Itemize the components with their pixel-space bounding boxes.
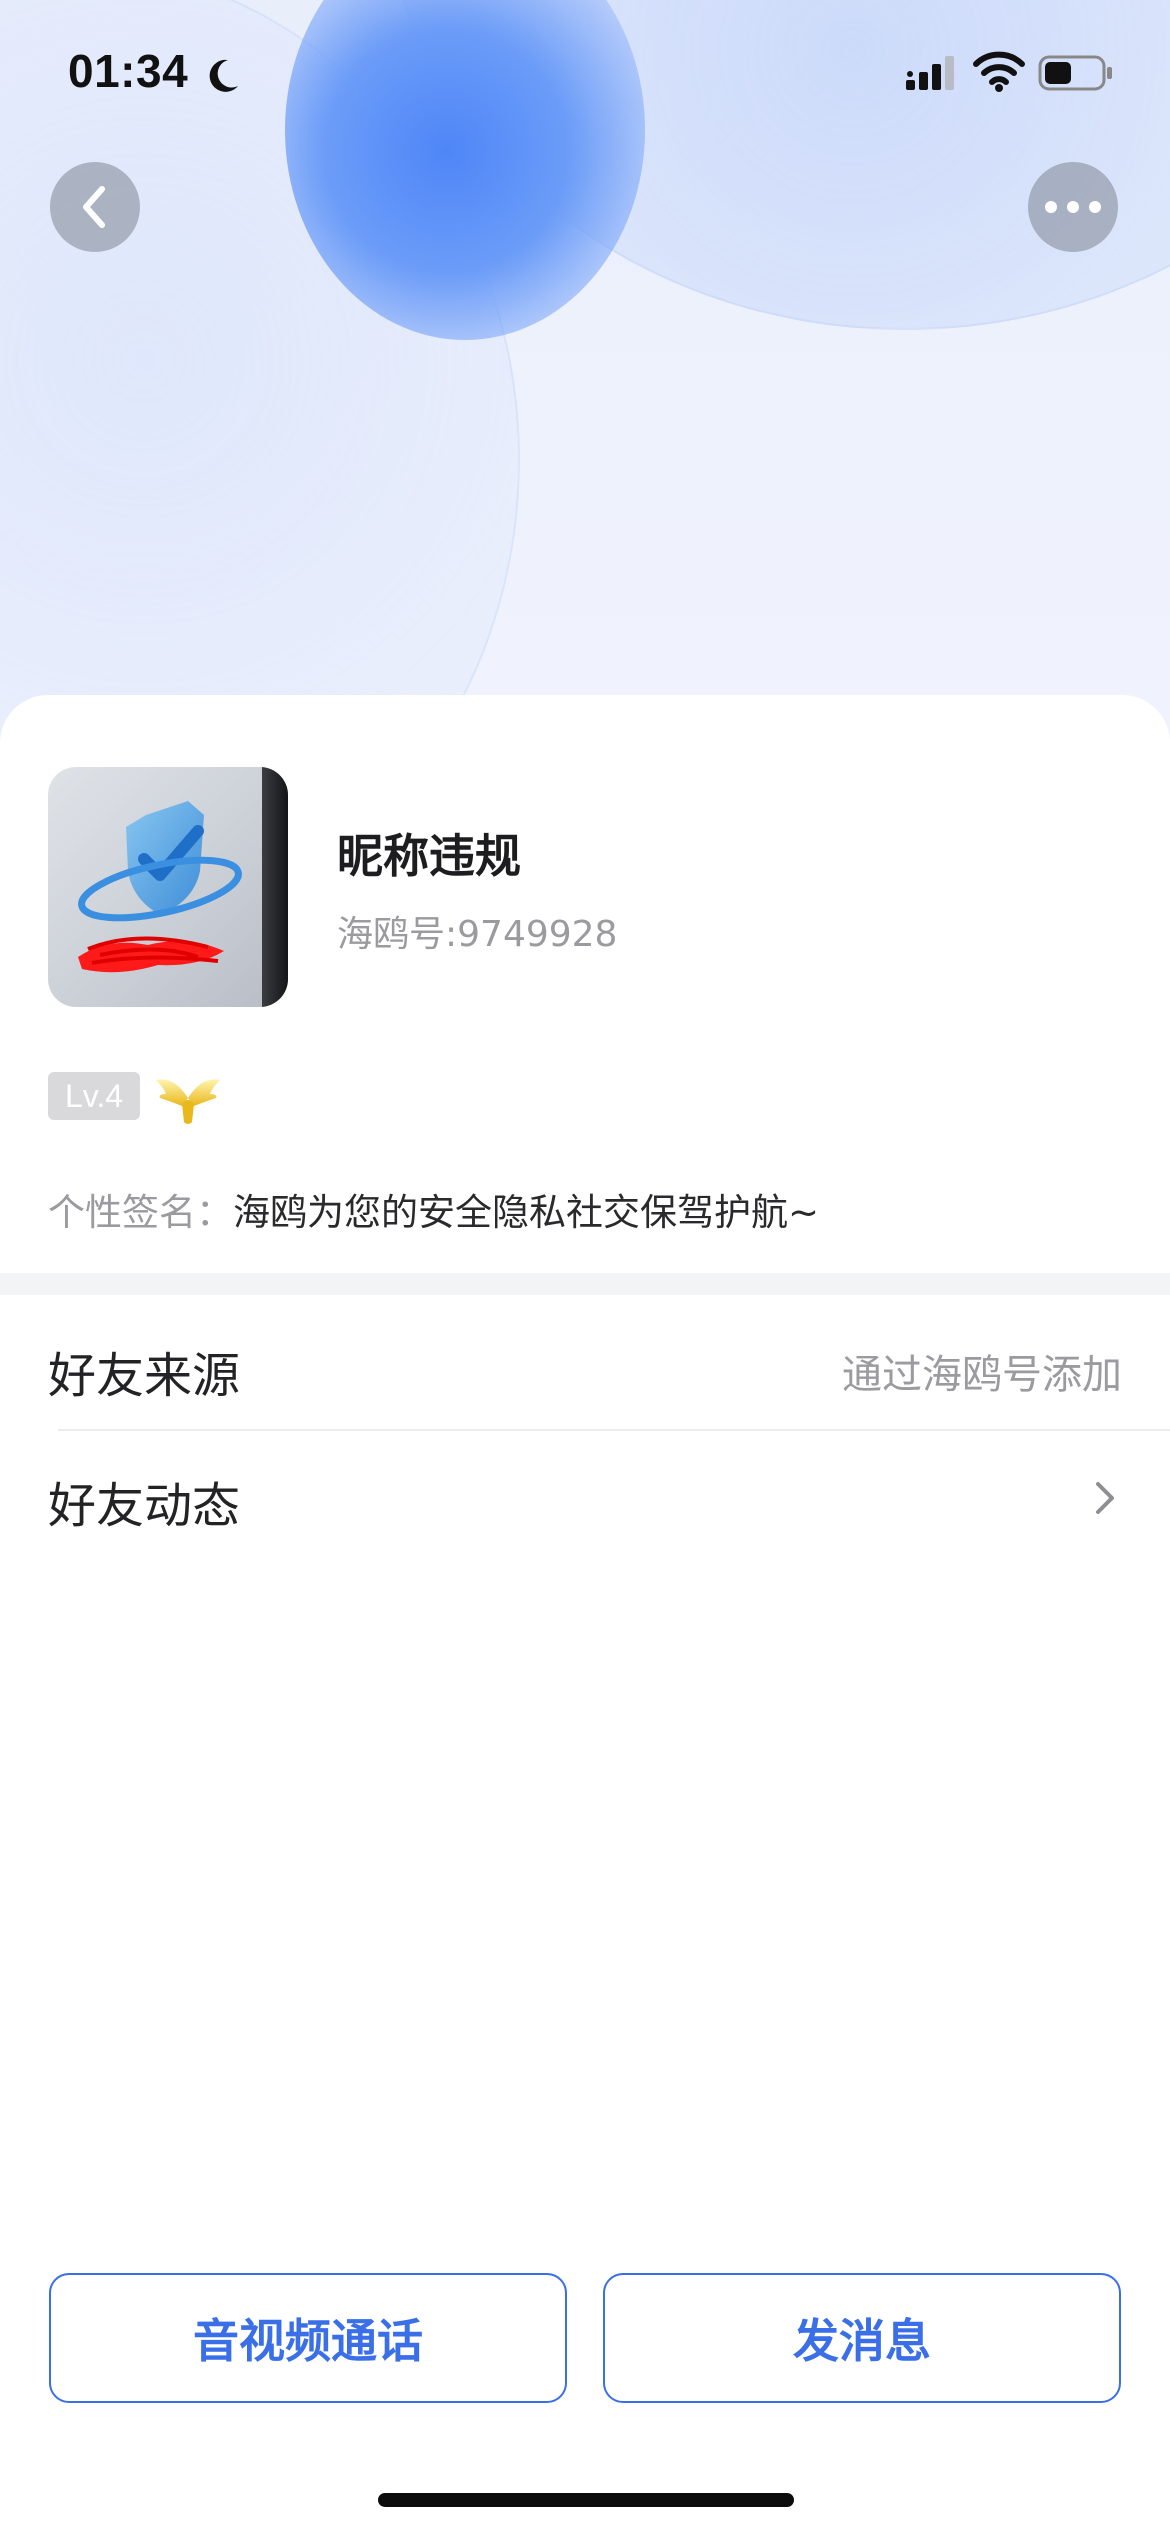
shield-check-icon xyxy=(78,801,242,973)
status-time: 01:34 xyxy=(68,45,189,97)
signature-row: 个性签名：海鸥为您的安全隐私社交保驾护航~ xyxy=(48,1182,819,1236)
home-indicator[interactable] xyxy=(378,2493,794,2507)
battery-icon xyxy=(1038,55,1112,91)
avatar-edge xyxy=(262,767,288,1007)
avatar[interactable] xyxy=(48,767,288,1007)
wings-icon xyxy=(156,1079,220,1124)
friend-source-value: 通过海鸥号添加 xyxy=(842,1352,1122,1398)
section-divider xyxy=(0,1273,1170,1295)
signature-label: 个性签名： xyxy=(48,1191,233,1234)
friend-source-title: 好友来源 xyxy=(48,1348,241,1404)
back-button[interactable] xyxy=(50,162,140,252)
chevron-left-icon xyxy=(83,186,105,228)
friend-moments-title: 好友动态 xyxy=(48,1478,241,1534)
status-bar: 01:34 xyxy=(0,0,1170,150)
more-dots-icon xyxy=(1045,201,1101,213)
chevron-right-icon xyxy=(1096,1482,1114,1514)
friend-source-row: 好友来源 通过海鸥号添加 xyxy=(0,1300,1170,1430)
friend-moments-row[interactable]: 好友动态 xyxy=(0,1430,1170,1560)
send-message-button[interactable]: 发消息 xyxy=(603,2273,1121,2403)
signature-text: 海鸥为您的安全隐私社交保驾护航~ xyxy=(233,1191,820,1234)
account-id: 海鸥号:9749928 xyxy=(337,914,618,955)
nickname: 昵称违规 xyxy=(337,829,521,883)
moon-icon xyxy=(209,59,238,92)
wifi-icon xyxy=(973,51,1025,92)
more-options-button[interactable] xyxy=(1028,162,1118,252)
video-call-button[interactable]: 音视频通话 xyxy=(49,2273,567,2403)
level-badge: Lv.4 xyxy=(48,1072,140,1120)
signal-icon xyxy=(906,56,954,90)
